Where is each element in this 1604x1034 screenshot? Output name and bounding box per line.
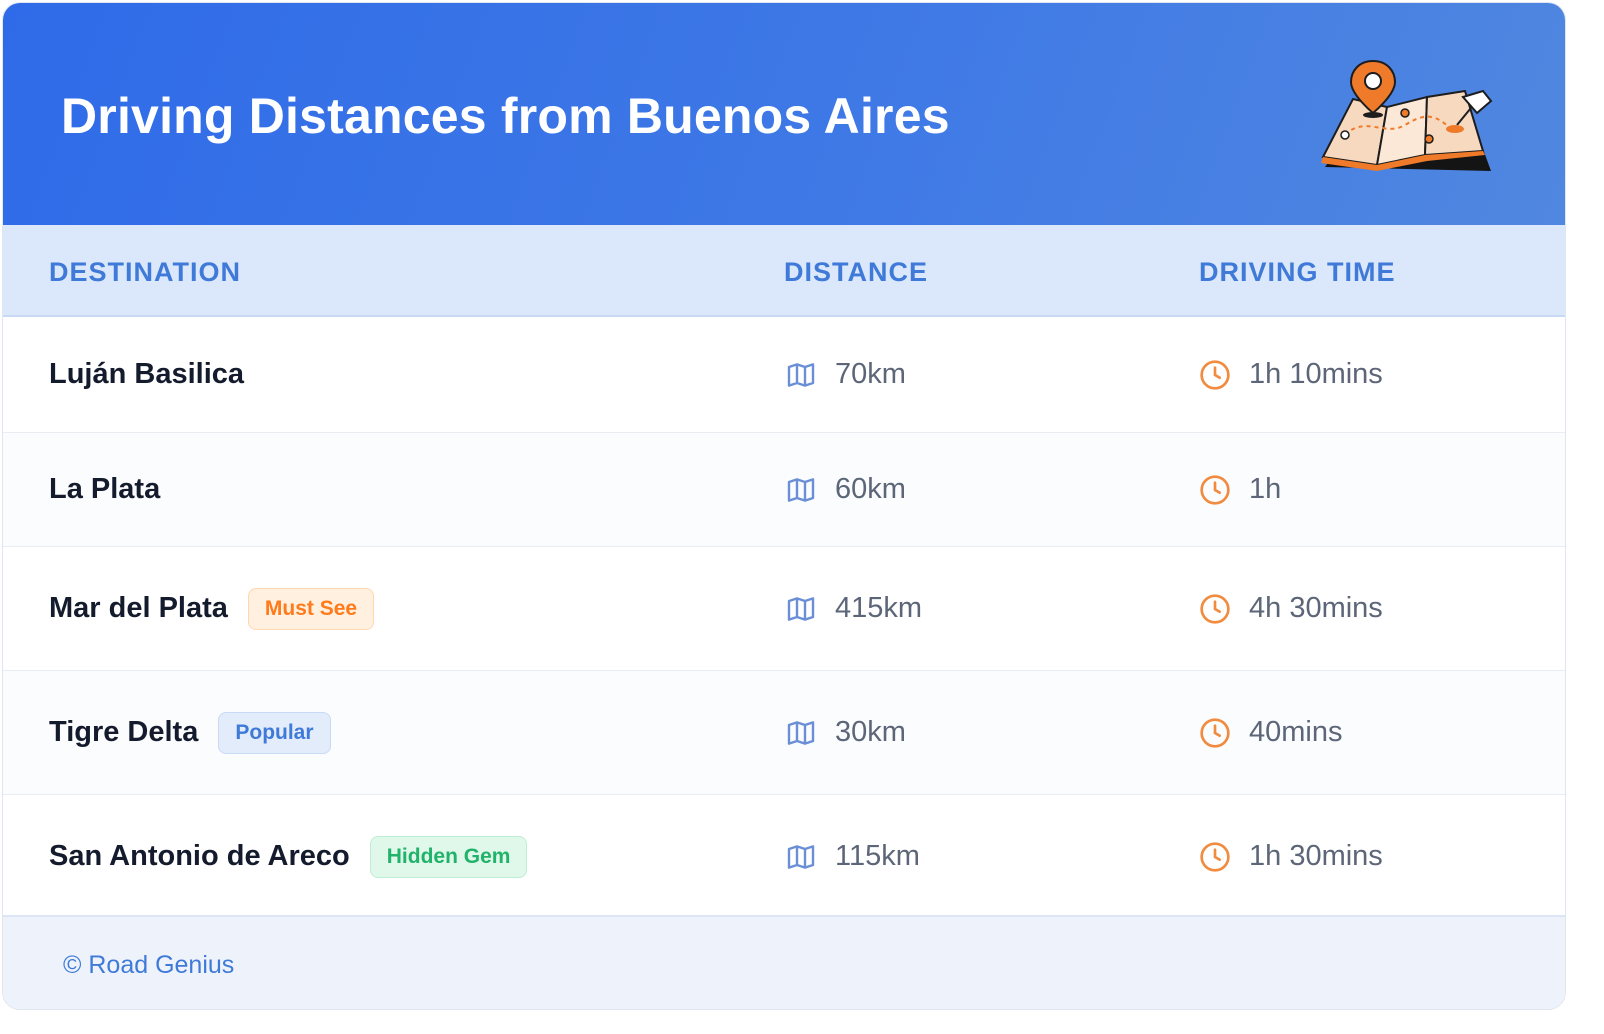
map-icon [787,720,815,745]
destination-name: Tigre Delta [49,716,199,748]
clock-icon [1200,474,1230,505]
column-header-destination: DESTINATION [49,257,241,287]
distance-value: 115km [835,840,920,872]
driving-time-value: 1h [1249,473,1282,505]
table-row: La Plata 60km 1h [3,433,1565,547]
column-header-driving-time: DRIVING TIME [1199,257,1396,287]
footer: © Road Genius [3,915,1565,1009]
destination-name: Luján Basilica [49,358,245,390]
clock-icon [1200,841,1230,872]
column-header-distance: DISTANCE [784,257,929,287]
badge-popular: Popular [218,711,331,754]
distance-value: 70km [835,358,906,390]
page-title: Driving Distances from Buenos Aires [61,88,950,144]
map-icon [787,844,815,869]
table-header-row: DESTINATION DISTANCE DRIVING TIME [3,225,1565,317]
table-row: Luján Basilica 70km 1h 10mins [3,317,1565,433]
map-with-pins-icon [1321,59,1493,171]
destination-name: La Plata [49,473,161,505]
map-icon [787,362,815,387]
distance-value: 30km [835,716,906,748]
table-row: San Antonio de Areco Hidden Gem 115km 1h… [3,795,1565,919]
destination-name: San Antonio de Areco [49,840,350,872]
distance-value: 415km [835,592,923,624]
destination-name: Mar del Plata [49,592,228,624]
map-icon [787,477,815,502]
driving-time-value: 1h 30mins [1249,840,1383,872]
header-banner: Driving Distances from Buenos Aires [3,3,1565,225]
driving-time-value: 40mins [1249,716,1343,748]
distance-value: 60km [835,473,906,505]
clock-icon [1200,359,1230,390]
clock-icon [1200,717,1230,748]
table-row: Tigre Delta Popular 30km 40mins [3,671,1565,795]
table-row: Mar del Plata Must See 415km 4h 30mins [3,547,1565,671]
driving-time-value: 1h 10mins [1249,358,1383,390]
footer-credit: © Road Genius [63,951,235,979]
distance-table-card: Driving Distances from Buenos Aires DEST… [2,2,1566,1010]
badge-must-see: Must See [247,587,375,630]
map-icon [787,596,815,621]
driving-time-value: 4h 30mins [1249,592,1383,624]
clock-icon [1200,593,1230,624]
badge-hidden-gem: Hidden Gem [369,835,528,878]
